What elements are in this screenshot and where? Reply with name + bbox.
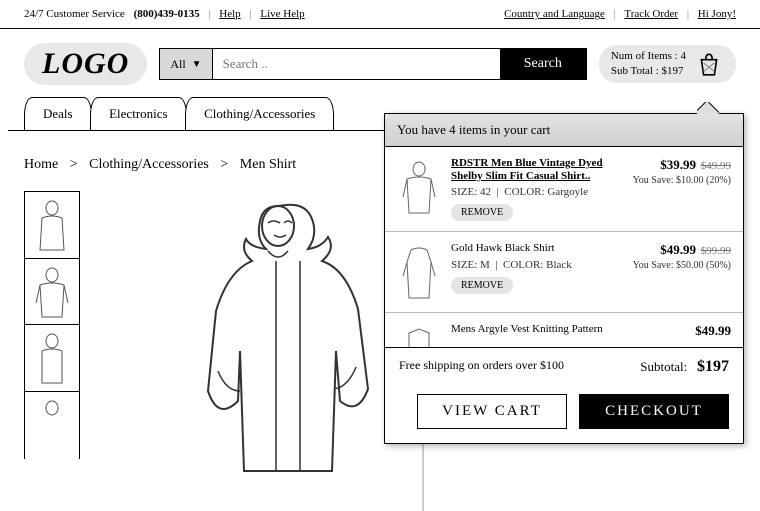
cart-item-old-price: $99.99 [701, 245, 731, 257]
subtotal-label: Subtotal: [640, 359, 687, 374]
customer-service-text: 24/7 Customer Service [24, 8, 125, 20]
cart-item-meta: SIZE: M | COLOR: Black [451, 259, 621, 271]
free-shipping-text: Free shipping on orders over $100 [399, 358, 564, 376]
cart-item-old-price: $49.99 [701, 160, 731, 172]
top-bar: 24/7 Customer Service (800)439-0135 | He… [0, 0, 760, 29]
header: LOGO All ▼ Search Num of Items : 4 Sub T… [0, 29, 760, 97]
cart-item-savings: You Save: $50.00 (50%) [631, 259, 731, 272]
tab-electronics[interactable]: Electronics [90, 97, 186, 130]
cart-footer-actions: VIEW CART CHECKOUT [385, 386, 743, 443]
cart-dropdown-heading: You have 4 items in your cart [385, 114, 743, 147]
cart-item: Mens Argyle Vest Knitting Pattern $49.99 [385, 313, 743, 347]
cart-item-thumbnail [397, 323, 441, 347]
cart-items-scroll[interactable]: RDSTR Men Blue Vintage Dyed Shelby Slim … [385, 147, 743, 347]
chevron-down-icon: ▼ [192, 59, 202, 70]
search-category-dropdown[interactable]: All ▼ [160, 49, 212, 79]
cart-footer-info: Free shipping on orders over $100 Subtot… [385, 347, 743, 386]
cart-item-title[interactable]: Gold Hawk Black Shirt [451, 242, 621, 255]
phone-number: (800)439-0135 [134, 8, 200, 20]
cart-subtotal: Sub Total : $197 [611, 64, 686, 79]
search-category-label: All [170, 57, 185, 72]
cart-item-price: $39.99 [660, 157, 696, 172]
cart-item-title[interactable]: RDSTR Men Blue Vintage Dyed Shelby Slim … [451, 157, 621, 183]
help-link[interactable]: Help [219, 8, 240, 20]
subtotal-value: $197 [697, 358, 729, 375]
shopping-bag-icon [696, 51, 722, 77]
product-thumbnails [24, 191, 80, 491]
dropdown-arrow-icon [697, 102, 719, 114]
topbar-left: 24/7 Customer Service (800)439-0135 | He… [24, 8, 305, 20]
search-button[interactable]: Search [500, 49, 586, 79]
remove-button[interactable]: REMOVE [451, 277, 513, 294]
cart-item-title[interactable]: Mens Argyle Vest Knitting Pattern [451, 323, 621, 336]
product-thumbnail[interactable] [24, 324, 80, 392]
product-thumbnail[interactable] [24, 191, 80, 259]
breadcrumb-current: Men Shirt [240, 157, 296, 172]
cart-item-meta: SIZE: 42 | COLOR: Gargoyle [451, 186, 621, 198]
country-language-link[interactable]: Country and Language [504, 8, 605, 20]
user-greeting-link[interactable]: Hi Jony! [698, 8, 736, 20]
tab-clothing[interactable]: Clothing/Accessories [185, 97, 334, 130]
remove-button[interactable]: REMOVE [451, 204, 513, 221]
search-bar: All ▼ Search [159, 48, 587, 80]
cart-item-price: $49.99 [695, 323, 731, 338]
logo[interactable]: LOGO [24, 43, 147, 85]
cart-item-count: Num of Items : 4 [611, 49, 686, 64]
breadcrumb-category[interactable]: Clothing/Accessories [89, 157, 209, 172]
cart-summary[interactable]: Num of Items : 4 Sub Total : $197 [599, 45, 736, 83]
cart-item-savings: You Save: $10.00 (20%) [631, 174, 731, 187]
track-order-link[interactable]: Track Order [624, 8, 678, 20]
product-thumbnail[interactable] [24, 391, 80, 459]
cart-dropdown: You have 4 items in your cart RDSTR Men … [384, 113, 744, 444]
topbar-right: Country and Language | Track Order | Hi … [504, 8, 736, 20]
cart-item-price: $49.99 [660, 242, 696, 257]
tab-deals[interactable]: Deals [24, 97, 92, 130]
cart-item-thumbnail [397, 242, 441, 302]
cart-item: RDSTR Men Blue Vintage Dyed Shelby Slim … [385, 147, 743, 232]
breadcrumb-home[interactable]: Home [24, 157, 58, 172]
checkout-button[interactable]: CHECKOUT [579, 394, 729, 429]
view-cart-button[interactable]: VIEW CART [417, 394, 567, 429]
live-help-link[interactable]: Live Help [260, 8, 304, 20]
cart-item: Gold Hawk Black Shirt SIZE: M | COLOR: B… [385, 232, 743, 313]
search-input[interactable] [213, 49, 500, 79]
product-thumbnail[interactable] [24, 258, 80, 326]
cart-item-thumbnail [397, 157, 441, 217]
